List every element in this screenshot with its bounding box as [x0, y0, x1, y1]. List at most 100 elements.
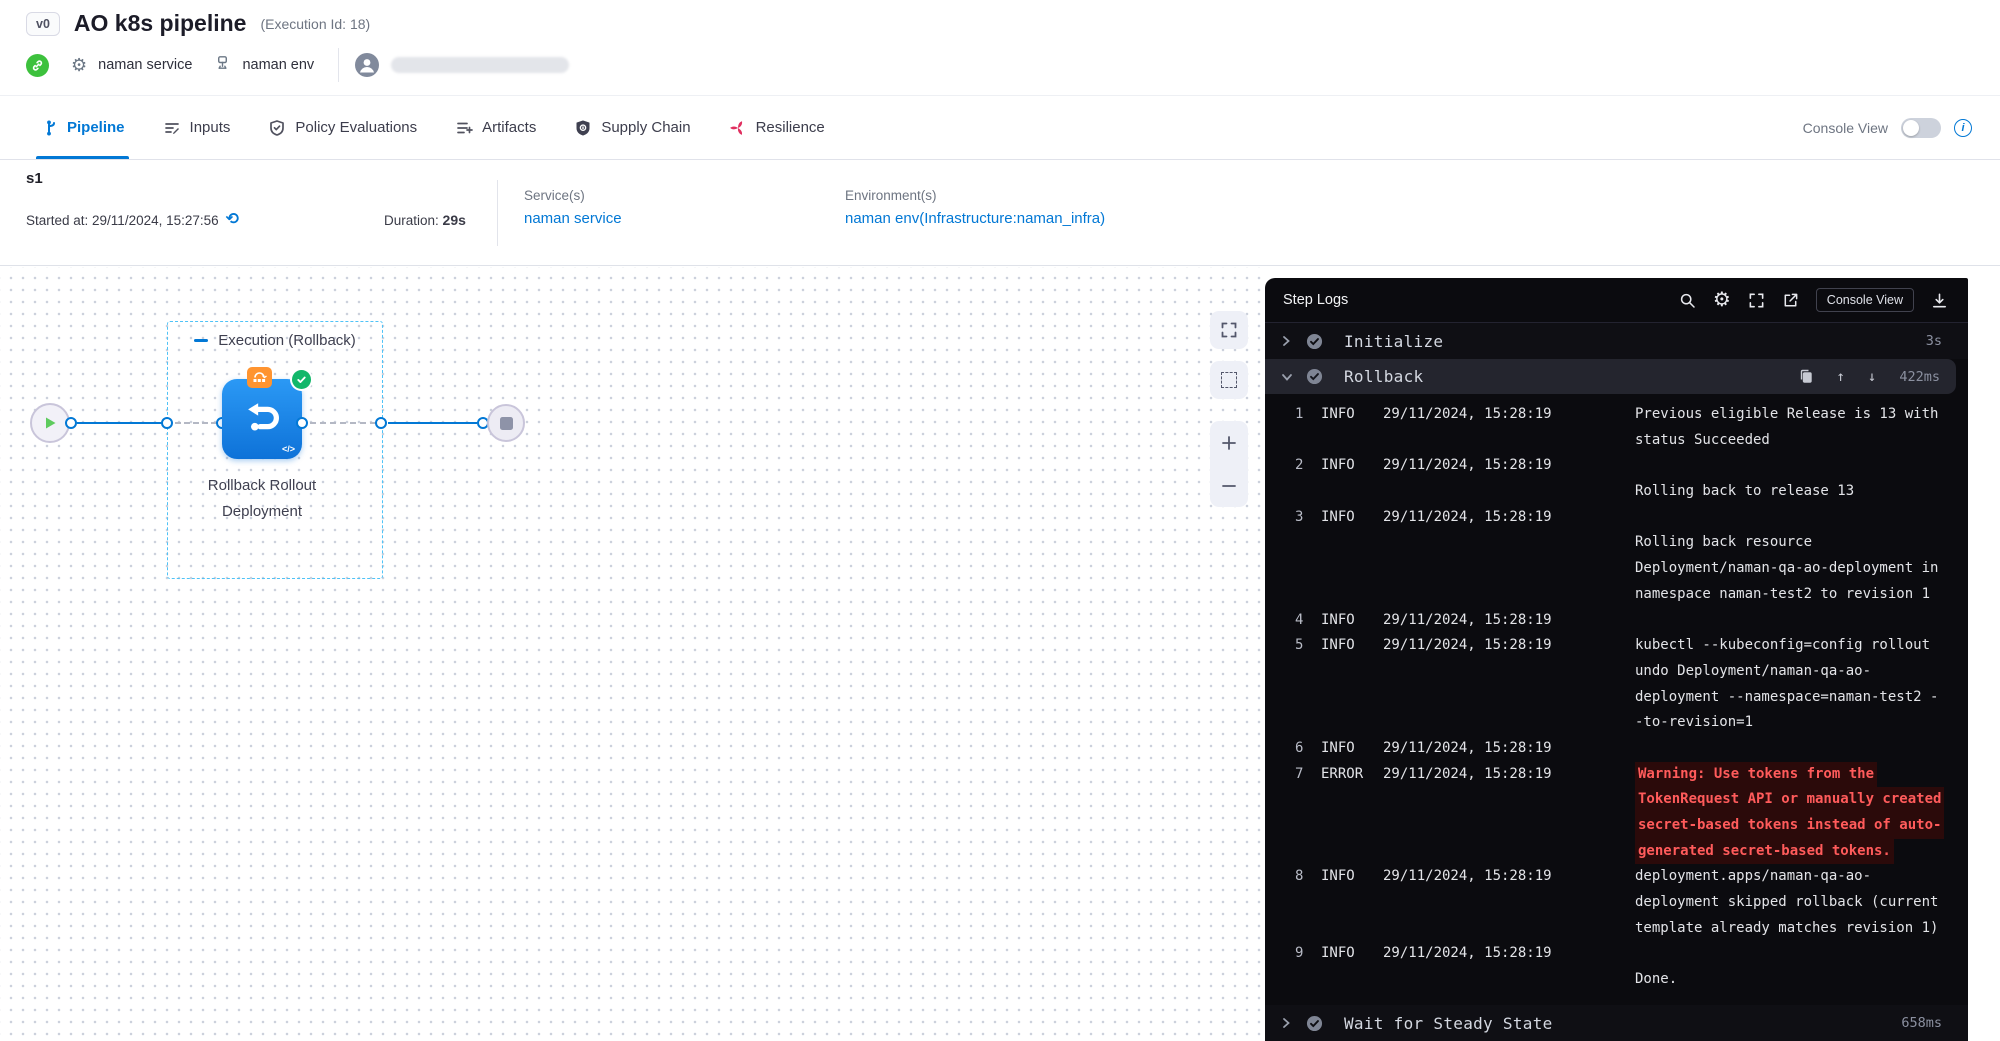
content-area: Execution (Rollback) </> [0, 267, 2000, 1041]
tab-label: Artifacts [482, 119, 536, 136]
log-line: Deployment/naman-qa-ao-deployment in [1265, 556, 1968, 582]
supply-chain-shield-icon [574, 119, 592, 137]
log-line: secret-based tokens instead of auto- [1265, 813, 1968, 839]
log-line: 1 INFO 29/11/2024, 15:28:19 Previous eli… [1265, 402, 1968, 428]
start-node [30, 403, 70, 443]
console-view-toggle[interactable] [1901, 118, 1941, 138]
stage-divider [497, 180, 498, 246]
step-logs-header: Step Logs ⚙ Console View [1265, 278, 1968, 323]
environment-infra: (Infrastructure:naman_infra) [919, 210, 1105, 227]
edge-line [388, 422, 477, 424]
console-view-button[interactable]: Console View [1816, 288, 1914, 312]
tab-label: Pipeline [67, 119, 125, 136]
scroll-up-icon[interactable]: ↑ [1836, 370, 1844, 384]
step-name: Initialize [1344, 332, 1443, 351]
log-line: undo Deployment/naman-qa-ao- [1265, 659, 1968, 685]
duration-value: 29s [443, 212, 466, 228]
rollback-arrow-icon [239, 396, 285, 442]
step-name: Wait for Steady State [1344, 1014, 1553, 1033]
chevron-right-icon [1281, 1017, 1293, 1029]
zoom-out-button[interactable] [1210, 464, 1248, 507]
tab-supply-chain[interactable]: Supply Chain [574, 96, 690, 159]
tab-pipeline[interactable]: Pipeline [40, 96, 125, 159]
version-badge[interactable]: v0 [26, 12, 60, 36]
redacted-user-text [391, 57, 569, 73]
scroll-down-icon[interactable]: ↓ [1868, 370, 1876, 384]
tab-bar: Pipeline Inputs Policy Evaluations Artif… [0, 96, 2000, 160]
log-line: deployment skipped rollback (current [1265, 890, 1968, 916]
edge-dashed-line [175, 422, 217, 424]
port-dot [296, 417, 308, 429]
log-line: 7 ERROR 29/11/2024, 15:28:19 Warning: Us… [1265, 762, 1968, 788]
search-icon[interactable] [1679, 292, 1696, 309]
tab-label: Policy Evaluations [295, 119, 417, 136]
environment-link[interactable]: naman env [845, 210, 919, 227]
tab-resilience[interactable]: Resilience [729, 96, 825, 159]
log-line: TokenRequest API or manually created [1265, 787, 1968, 813]
step-row-initialize[interactable]: Initialize 3s [1265, 323, 1968, 359]
step-row-wait-for-steady-state[interactable]: Wait for Steady State 658ms [1265, 1005, 1968, 1041]
started-at-text: Started at: 29/11/2024, 15:27:56 [26, 213, 219, 228]
step-success-icon [1306, 1015, 1323, 1032]
log-line: 3 INFO 29/11/2024, 15:28:19 [1265, 505, 1968, 531]
page-title: AO k8s pipeline [74, 10, 247, 37]
log-line: 9 INFO 29/11/2024, 15:28:19 [1265, 941, 1968, 967]
environment-icon [214, 54, 231, 76]
tab-artifacts[interactable]: Artifacts [455, 96, 536, 159]
log-line: 8 INFO 29/11/2024, 15:28:19 deployment.a… [1265, 864, 1968, 890]
avatar [355, 53, 379, 77]
list-plus-icon [455, 119, 473, 137]
rollback-step-node[interactable]: </> [222, 379, 302, 459]
duration-label: Duration: [384, 213, 443, 228]
port-dot [161, 417, 173, 429]
step-row-rollback[interactable]: Rollback ↑ ↓ 422ms [1265, 359, 1956, 394]
fit-to-screen-button[interactable] [1210, 311, 1248, 349]
service-link[interactable]: naman service [524, 210, 622, 227]
edge-line [77, 422, 168, 424]
edge-dashed-line [310, 422, 376, 424]
copy-logs-icon[interactable] [1799, 369, 1813, 384]
collapse-minus-icon[interactable] [194, 339, 208, 342]
open-in-new-icon[interactable] [1782, 292, 1799, 309]
tab-inputs[interactable]: Inputs [163, 96, 231, 159]
log-settings-gear-icon[interactable]: ⚙ [1713, 290, 1731, 310]
log-line: Rolling back resource [1265, 530, 1968, 556]
info-icon[interactable]: i [1954, 119, 1972, 137]
log-line: 5 INFO 29/11/2024, 15:28:19 kubectl --ku… [1265, 633, 1968, 659]
chevron-down-icon [1281, 372, 1293, 382]
gear-icon[interactable]: ⚙ [71, 56, 87, 74]
success-check-badge [292, 370, 311, 389]
step-name: Rollback [1344, 367, 1423, 386]
inputs-icon [163, 119, 181, 137]
step-duration: 658ms [1901, 1015, 1942, 1031]
zoom-in-button[interactable] [1210, 421, 1248, 464]
tab-label: Supply Chain [601, 119, 690, 136]
log-lines[interactable]: 1 INFO 29/11/2024, 15:28:19 Previous eli… [1265, 394, 1968, 1003]
log-line: 4 INFO 29/11/2024, 15:28:19 [1265, 608, 1968, 634]
execution-id: (Execution Id: 18) [260, 16, 370, 32]
download-icon[interactable] [1931, 292, 1948, 309]
services-label: Service(s) [524, 188, 622, 203]
tab-policy-evaluations[interactable]: Policy Evaluations [268, 96, 417, 159]
pipeline-canvas[interactable]: Execution (Rollback) </> [0, 267, 1265, 1041]
marquee-select-button[interactable] [1210, 361, 1248, 399]
log-line: template already matches revision 1) [1265, 916, 1968, 942]
header-env-name: naman env [242, 57, 314, 73]
log-line: generated secret-based tokens. [1265, 839, 1968, 865]
log-line: 6 INFO 29/11/2024, 15:28:19 [1265, 736, 1968, 762]
tab-label: Inputs [190, 119, 231, 136]
execution-group-label: Execution (Rollback) [218, 332, 356, 349]
step-logs-title: Step Logs [1283, 292, 1348, 308]
marquee-icon [1221, 372, 1237, 388]
end-node [487, 404, 525, 442]
code-glyph: </> [282, 444, 295, 454]
resilience-chaos-icon [729, 119, 747, 137]
log-line: status Succeeded [1265, 428, 1968, 454]
stage-name: s1 [26, 170, 43, 187]
step-duration: 3s [1926, 333, 1942, 349]
node-label: Rollback RolloutDeployment [172, 473, 352, 525]
log-line: deployment --namespace=naman-test2 - [1265, 685, 1968, 711]
history-icon[interactable]: ⟲ [226, 212, 239, 228]
fullscreen-icon[interactable] [1748, 292, 1765, 309]
port-dot [65, 417, 77, 429]
